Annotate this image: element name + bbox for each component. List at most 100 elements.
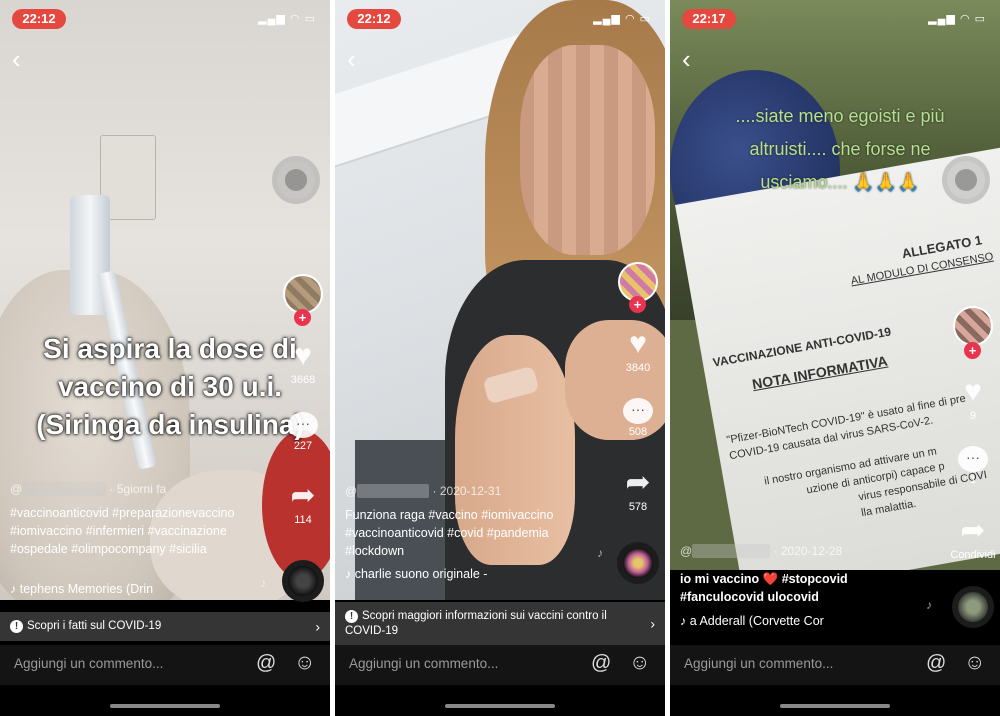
comment-input-bar[interactable]: Aggiungi un commento... @ ☺ [335,645,665,685]
at-sign-icon[interactable]: @ [591,652,611,675]
home-indicator [110,704,220,708]
video-description: #vaccinoanticovid #preparazionevaccino #… [10,506,235,556]
status-bar: 22:12 ▂▄▆ ◠ ▭ [0,6,330,29]
like-button[interactable]: ♥ 9 [948,375,998,423]
music-note-icon: ♪ [680,614,687,628]
covid-info-banner[interactable]: ! Scopri maggiori informazioni sui vaccin… [335,602,665,646]
music-info[interactable]: ♪ tephens Memories (Drin [10,582,153,596]
comment-input[interactable]: Aggiungi un commento... [349,656,498,671]
comment-input-bar[interactable]: Aggiungi un commento... @ ☺ [670,645,1000,685]
comment-count: 508 [628,426,648,438]
emoji-icon[interactable]: ☺ [294,651,315,675]
follow-plus-button[interactable]: + [294,309,311,326]
status-bar: 22:17 ▂▄▆ ◠ ▭ [670,6,1000,29]
share-count: 114 [294,514,312,526]
post-date: 2020-12-31 [439,484,502,498]
video-description: Funziona raga #vaccino #iomivaccino #vac… [345,508,554,558]
username-redacted: xxxxxxxxxxxx [357,484,430,498]
status-time: 22:12 [347,9,401,29]
username-handle: @ [10,482,23,496]
emoji-icon[interactable]: ☺ [629,651,650,675]
music-disc[interactable] [282,560,324,602]
comment-count: 1 [969,474,977,486]
assistive-touch-button[interactable] [942,156,990,204]
music-title: charlie suono originale - [354,567,488,581]
at-sign-icon[interactable]: @ [256,652,276,675]
username-handle: @ [680,544,693,558]
follow-plus-button[interactable]: + [964,342,981,359]
home-indicator [445,704,555,708]
like-count: 3840 [625,362,651,374]
video-screen-3: ALLEGATO 1 AL MODULO DI CONSENSO VACCINA… [670,0,1000,716]
video-screen-1: 22:12 ▂▄▆ ◠ ▭ ‹ + Si aspira la dose di v… [0,0,330,716]
comment-input-bar[interactable]: Aggiungi un commento... @ ☺ [0,645,330,685]
comment-button[interactable]: ··· 227 [278,412,328,452]
share-button[interactable]: ➦ Condividi [942,515,1000,562]
music-note-icon: ♪ [345,567,352,581]
status-bar: 22:12 ▂▄▆ ◠ ▭ [335,6,665,29]
signal-wifi-battery-icon: ▂▄▆ ◠ ▭ [258,13,316,25]
username-handle: @ [345,484,358,498]
signal-wifi-battery-icon: ▂▄▆ ◠ ▭ [593,13,651,25]
chevron-right-icon: › [650,615,655,632]
music-note-icon: ♪ [597,546,603,560]
comment-icon: ··· [288,412,318,438]
heart-icon: ♥ [294,339,312,372]
back-chevron-icon[interactable]: ‹ [12,46,21,72]
like-count: 3668 [290,374,316,386]
comment-button[interactable]: ··· 508 [613,398,663,438]
music-info[interactable]: ♪ charlie suono originale - [345,567,487,581]
comment-count: 227 [293,440,313,452]
emoji-icon[interactable]: ☺ [964,651,985,675]
status-time: 22:17 [682,9,736,29]
share-count: 578 [628,501,648,513]
home-indicator [780,704,890,708]
avatar[interactable] [283,274,323,314]
share-button[interactable]: ➦ 114 [278,479,328,527]
consent-document: ALLEGATO 1 AL MODULO DI CONSENSO VACCINA… [675,142,1000,570]
share-icon: ➦ [625,466,651,499]
assistive-touch-button[interactable] [272,156,320,204]
music-info[interactable]: ♪ a Adderall (Corvette Cor [680,614,824,628]
status-time: 22:12 [12,9,66,29]
username[interactable]: @xxxxxxxxxxxxxx · 5giorni fa [10,482,166,496]
description-line-2: #fanculocovid ulocovid [680,590,819,604]
video-screen-2: 22:12 ▂▄▆ ◠ ▭ ‹ + ♥ 3840 ··· 508 ➦ 578 @… [335,0,665,716]
music-note-icon: ♪ [260,576,266,590]
like-button[interactable]: ♥ 3840 [613,327,663,375]
back-chevron-icon[interactable]: ‹ [347,46,356,72]
share-icon: ➦ [290,479,316,512]
like-button[interactable]: ♥ 3668 [278,339,328,387]
username-redacted: xxxxxxxxxxxxx [692,544,771,558]
signal-wifi-battery-icon: ▂▄▆ ◠ ▭ [928,13,986,25]
description-line-1: io mi vaccino ❤️ #stopcovid [680,572,848,586]
comment-icon: ··· [958,446,988,472]
covid-info-banner[interactable]: ! Scopri i fatti sul COVID-19 › [0,612,330,641]
comment-button[interactable]: ··· 1 [948,446,998,486]
music-title: tephens Memories (Drin [19,582,154,596]
heart-icon: ♥ [629,327,647,360]
follow-plus-button[interactable]: + [629,296,646,313]
info-icon: ! [345,610,358,623]
music-disc[interactable] [617,542,659,584]
avatar[interactable] [953,306,993,346]
heart-icon: ♥ [964,375,982,408]
chevron-right-icon: › [315,618,320,634]
comment-input[interactable]: Aggiungi un commento... [14,656,163,671]
back-chevron-icon[interactable]: ‹ [682,46,691,72]
info-icon: ! [10,620,23,633]
comment-input[interactable]: Aggiungi un commento... [684,656,833,671]
at-sign-icon[interactable]: @ [926,652,946,675]
music-title: a Adderall (Corvette Cor [689,614,824,628]
music-disc[interactable] [952,586,994,628]
username[interactable]: @xxxxxxxxxxxx · 2020-12-31 [345,484,501,498]
share-label: Condividi [950,549,996,561]
banner-text: Scopri maggiori informazioni sui vaccini… [345,610,607,637]
banner-text: Scopri i fatti sul COVID-19 [27,620,162,632]
post-date: 2020-12-28 [780,544,843,558]
share-button[interactable]: ➦ 578 [613,466,663,514]
music-note-icon: ♪ [926,598,932,612]
username[interactable]: @xxxxxxxxxxxxx · 2020-12-28 [680,544,842,558]
video-caption: ....siate meno egoisti e più altruisti..… [735,106,945,192]
comment-icon: ··· [623,398,653,424]
